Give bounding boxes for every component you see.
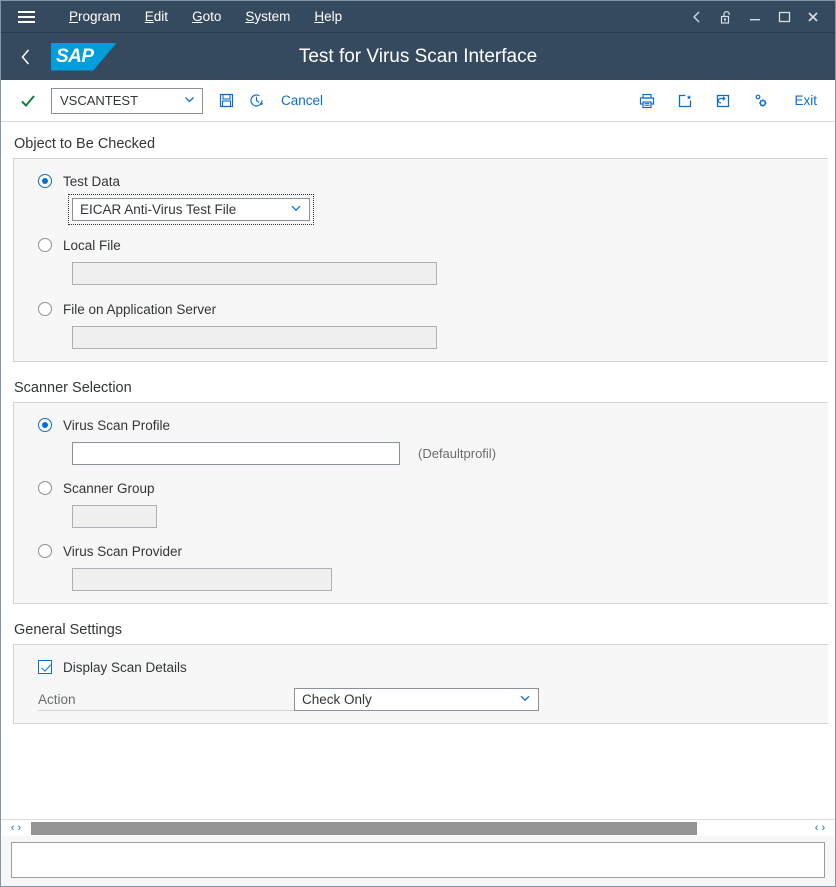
- checkbox-row-display-scan-details[interactable]: Display Scan Details: [14, 655, 828, 679]
- label-file-on-application-server: File on Application Server: [63, 302, 216, 317]
- field-row-scanner-group: [14, 505, 828, 528]
- menu-accel-goto: G: [192, 9, 203, 24]
- menu-item-edit[interactable]: Edit: [133, 5, 180, 28]
- label-virus-scan-provider: Virus Scan Provider: [63, 544, 182, 559]
- status-message-box[interactable]: [11, 842, 825, 878]
- menu-item-system[interactable]: System: [233, 5, 302, 28]
- page-title: Test for Virus Scan Interface: [1, 46, 835, 68]
- field-row-local-file: [14, 262, 828, 285]
- chevron-down-icon[interactable]: [518, 691, 532, 708]
- maximize-icon[interactable]: [769, 1, 798, 32]
- menu-accel-program: P: [69, 9, 78, 24]
- label-display-scan-details: Display Scan Details: [63, 660, 187, 675]
- exit-button[interactable]: Exit: [784, 93, 823, 108]
- menu-item-program[interactable]: Program: [57, 5, 133, 28]
- menu-accel-help: H: [314, 9, 324, 24]
- action-row: Action Check Only: [14, 688, 828, 711]
- hamburger-menu-icon[interactable]: [9, 1, 43, 32]
- virus-scan-profile-input[interactable]: [72, 442, 400, 465]
- back-chevron-icon[interactable]: [682, 1, 711, 32]
- command-field-value: VSCANTEST: [60, 93, 183, 108]
- test-data-select-wrapper: EICAR Anti-Virus Test File: [72, 198, 310, 221]
- clock-history-icon[interactable]: [241, 86, 271, 116]
- radio-test-data[interactable]: [38, 174, 52, 188]
- minimize-icon[interactable]: [740, 1, 769, 32]
- status-bar-area: [1, 836, 835, 886]
- menu-rest-program: rogram: [78, 9, 121, 24]
- toolbar-right-group: Exit: [632, 86, 823, 116]
- customize-local-layout-icon[interactable]: [746, 86, 776, 116]
- virus-scan-profile-hint: (Defaultprofil): [418, 446, 496, 461]
- close-icon[interactable]: [798, 1, 827, 32]
- test-data-select-value: EICAR Anti-Virus Test File: [80, 202, 289, 217]
- menu-rest-system: ystem: [254, 9, 290, 24]
- local-file-input[interactable]: [72, 262, 437, 285]
- scroll-right-arrows[interactable]: ‹ ›: [805, 822, 835, 834]
- menu-item-list: Program Edit Goto System Help: [57, 5, 354, 28]
- radio-virus-scan-profile[interactable]: [38, 418, 52, 432]
- chevron-down-icon[interactable]: [289, 201, 303, 218]
- radio-row-scanner-group[interactable]: Scanner Group: [14, 476, 828, 500]
- sap-gui-window: Program Edit Goto System Help: [0, 0, 836, 887]
- radio-file-on-application-server[interactable]: [38, 302, 52, 316]
- panel-object-to-be-checked: Test Data EICAR Anti-Virus Test File Loc…: [13, 158, 828, 362]
- unlocked-padlock-icon[interactable]: [711, 1, 740, 32]
- menu-rest-goto: oto: [203, 9, 222, 24]
- server-file-input[interactable]: [72, 326, 437, 349]
- print-icon[interactable]: [632, 86, 662, 116]
- label-local-file: Local File: [63, 238, 121, 253]
- field-row-virus-scan-provider: [14, 568, 828, 591]
- label-virus-scan-profile: Virus Scan Profile: [63, 418, 170, 433]
- sap-logo-text: SAP: [51, 43, 94, 71]
- label-test-data: Test Data: [63, 174, 120, 189]
- field-row-test-data: EICAR Anti-Virus Test File: [14, 198, 828, 221]
- cancel-button[interactable]: Cancel: [281, 93, 323, 108]
- label-action: Action: [38, 692, 294, 711]
- main-content: Object to Be Checked Test Data EICAR Ant…: [1, 122, 835, 819]
- window-controls: [682, 1, 827, 32]
- new-window-icon[interactable]: [708, 86, 738, 116]
- sap-logo: SAP: [51, 43, 117, 71]
- label-scanner-group: Scanner Group: [63, 481, 155, 496]
- test-data-select[interactable]: EICAR Anti-Virus Test File: [72, 198, 310, 221]
- menu-rest-edit: dit: [154, 9, 168, 24]
- section-title-object: Object to Be Checked: [1, 132, 835, 158]
- radio-row-virus-scan-profile[interactable]: Virus Scan Profile: [14, 413, 828, 437]
- radio-scanner-group[interactable]: [38, 481, 52, 495]
- confirm-check-icon[interactable]: [19, 92, 37, 110]
- field-row-virus-scan-profile: (Defaultprofil): [14, 442, 828, 465]
- radio-local-file[interactable]: [38, 238, 52, 252]
- shell-bar: SAP Test for Virus Scan Interface: [1, 32, 835, 80]
- action-select-value: Check Only: [302, 692, 518, 707]
- create-shortcut-icon[interactable]: [670, 86, 700, 116]
- menu-bar: Program Edit Goto System Help: [1, 1, 835, 32]
- radio-row-test-data[interactable]: Test Data: [14, 169, 828, 193]
- scroll-left-arrows[interactable]: ‹ ›: [1, 822, 31, 834]
- horizontal-scrollbar[interactable]: ‹ › ‹ ›: [1, 819, 835, 836]
- field-row-server-file: [14, 326, 828, 349]
- chevron-down-icon[interactable]: [183, 93, 196, 109]
- virus-scan-provider-input[interactable]: [72, 568, 332, 591]
- section-title-general: General Settings: [1, 618, 835, 644]
- checkbox-display-scan-details[interactable]: [38, 660, 52, 674]
- menu-item-goto[interactable]: Goto: [180, 5, 233, 28]
- radio-row-local-file[interactable]: Local File: [14, 233, 828, 257]
- radio-virus-scan-provider[interactable]: [38, 544, 52, 558]
- radio-row-server-file[interactable]: File on Application Server: [14, 297, 828, 321]
- scrollbar-thumb[interactable]: [31, 822, 697, 835]
- panel-general-settings: Display Scan Details Action Check Only: [13, 644, 828, 724]
- menu-item-help[interactable]: Help: [302, 5, 354, 28]
- action-select[interactable]: Check Only: [294, 688, 539, 711]
- scrollbar-track[interactable]: [31, 822, 805, 835]
- save-icon[interactable]: [211, 86, 241, 116]
- application-toolbar: VSCANTEST Cancel: [1, 80, 835, 122]
- scanner-group-input[interactable]: [72, 505, 157, 528]
- back-arrow-icon[interactable]: [9, 33, 43, 81]
- panel-scanner-selection: Virus Scan Profile (Defaultprofil) Scann…: [13, 402, 828, 604]
- section-title-scanner: Scanner Selection: [1, 376, 835, 402]
- menu-accel-edit: E: [145, 9, 154, 24]
- radio-row-virus-scan-provider[interactable]: Virus Scan Provider: [14, 539, 828, 563]
- menu-rest-help: elp: [324, 9, 342, 24]
- command-field[interactable]: VSCANTEST: [51, 88, 203, 114]
